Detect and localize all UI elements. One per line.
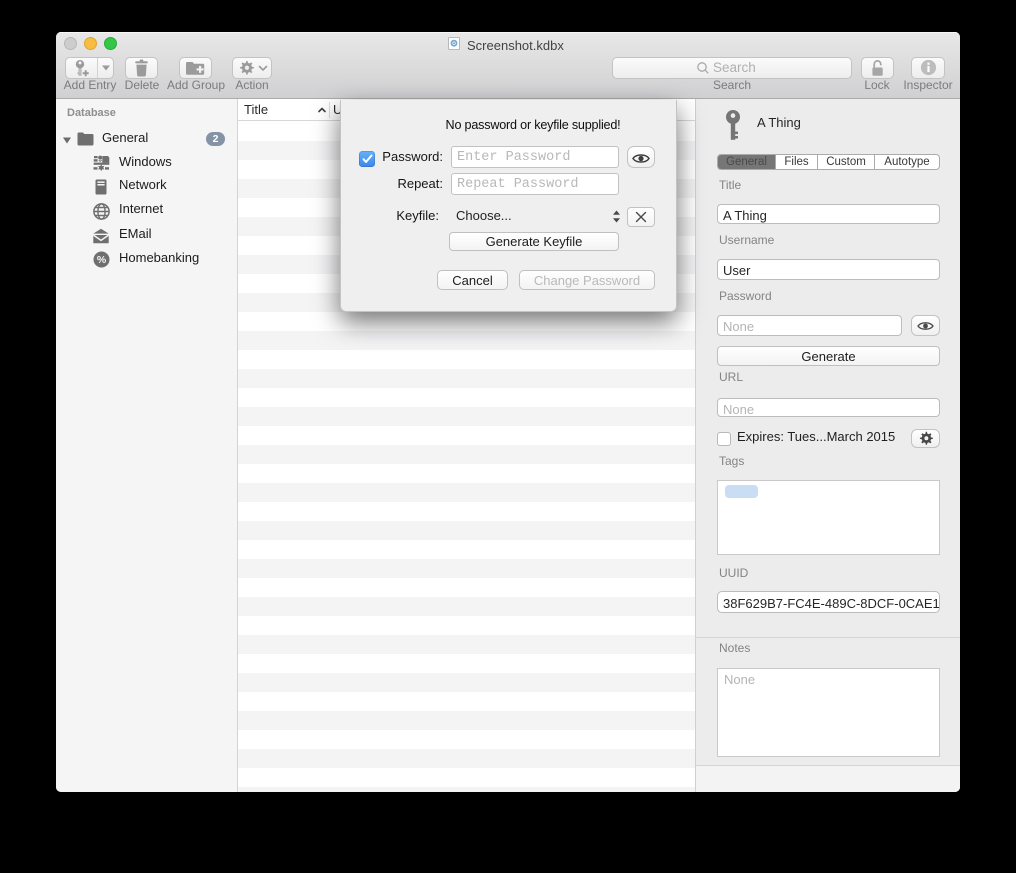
svg-text:%: %	[97, 254, 107, 266]
